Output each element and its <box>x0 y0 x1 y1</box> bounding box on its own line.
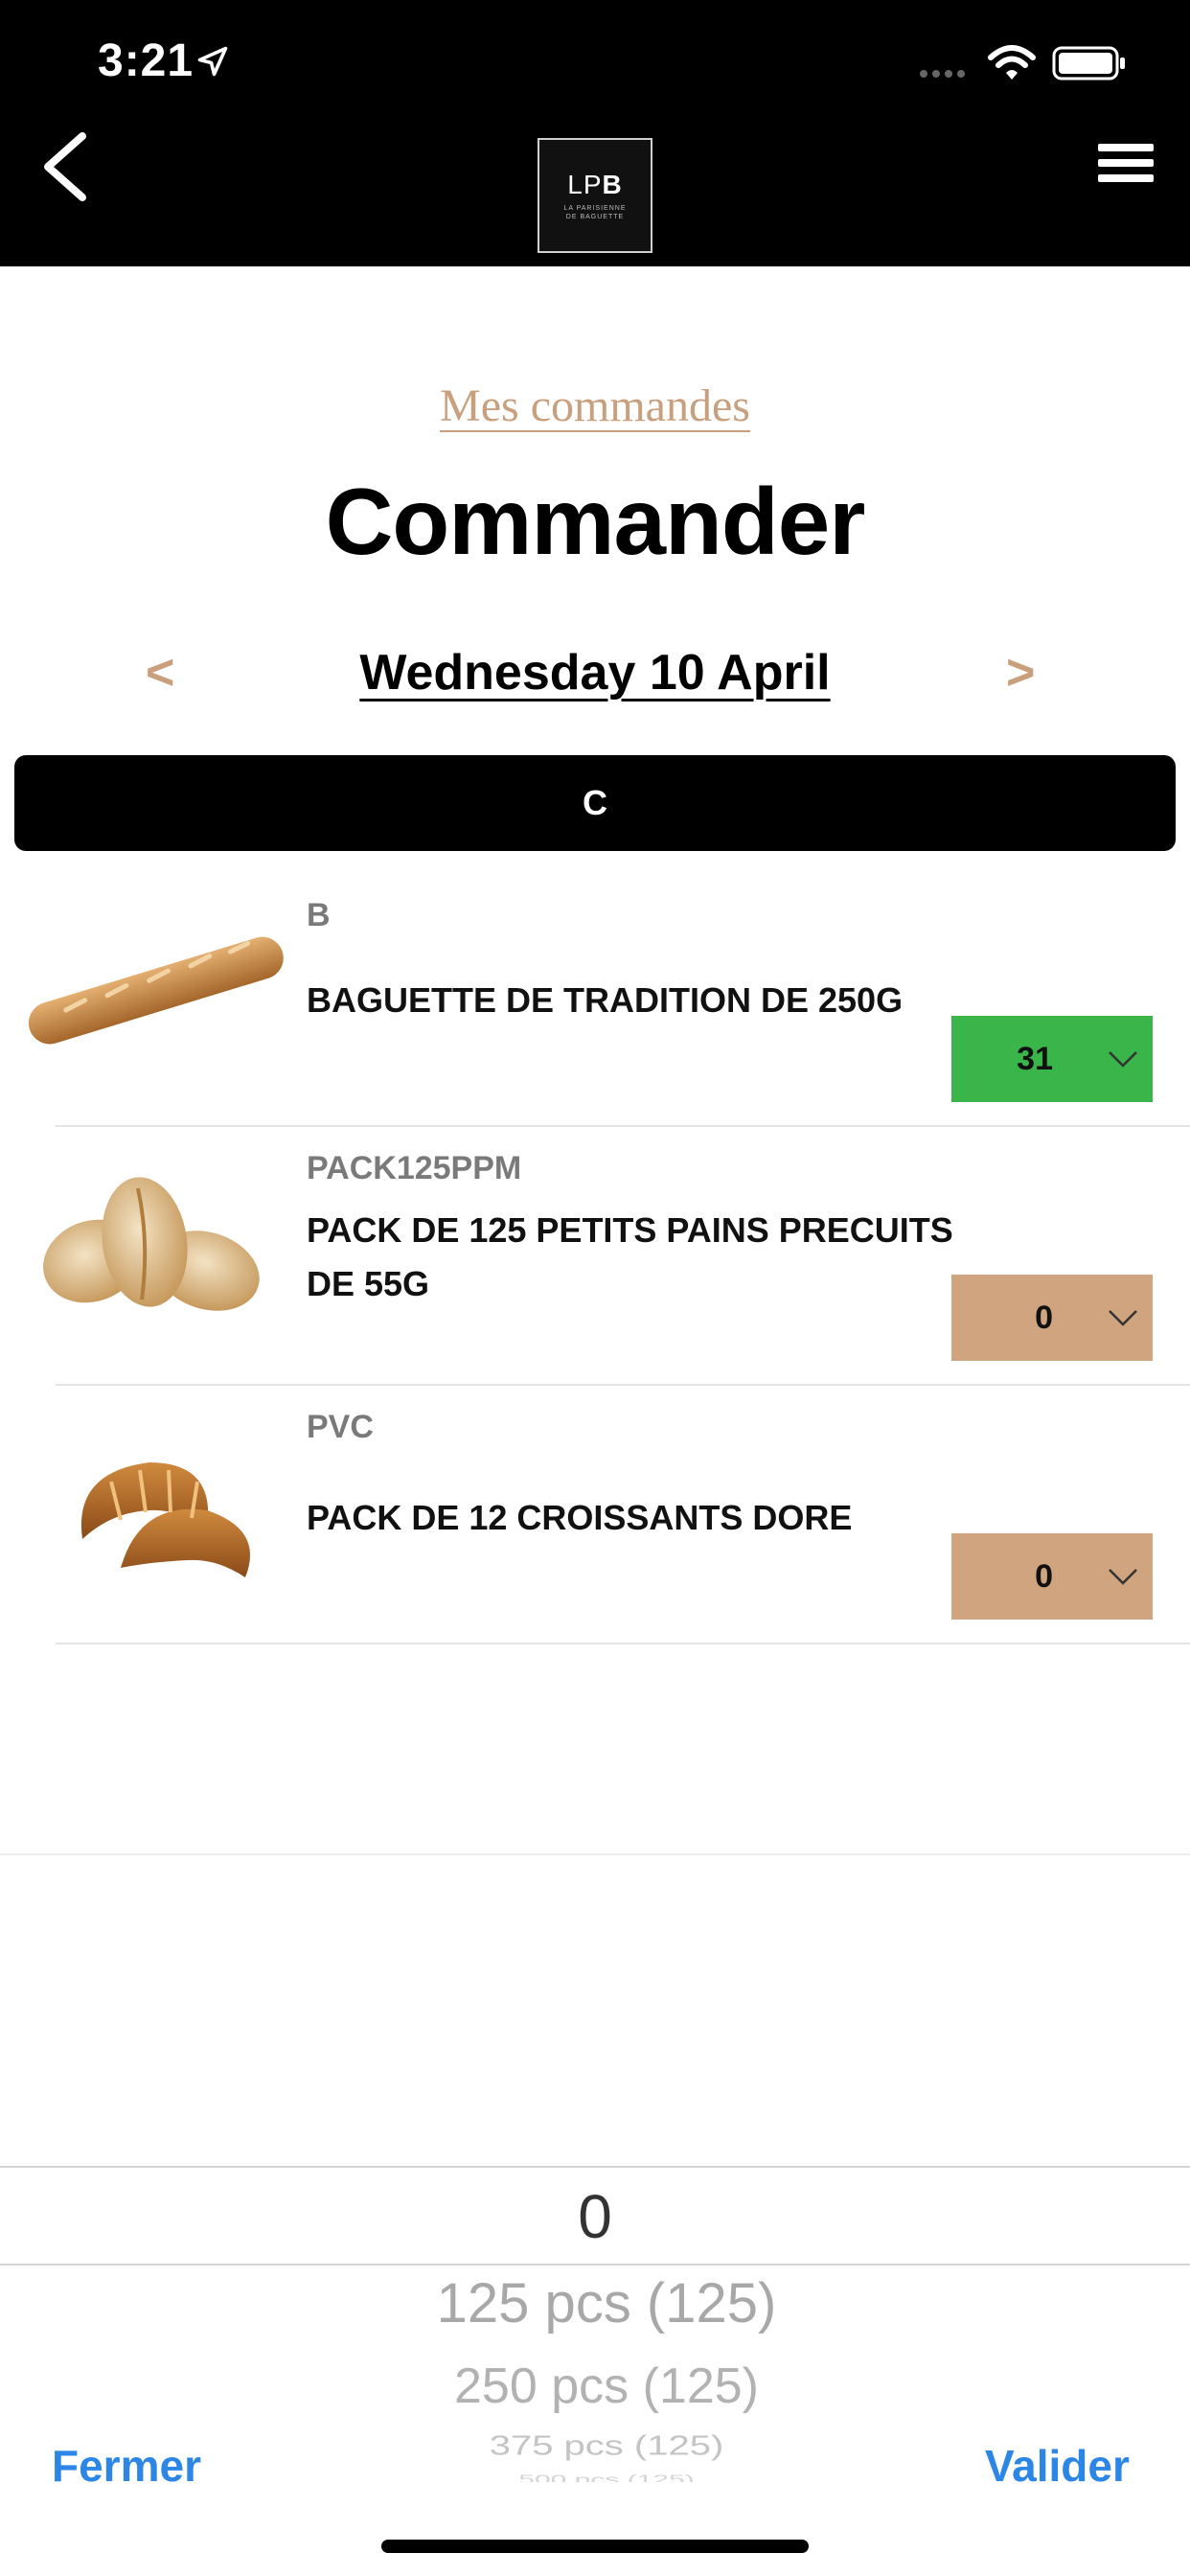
page-title: Commander <box>325 469 866 574</box>
product-name: BAGUETTE DE TRADITION DE 250G <box>307 980 904 1020</box>
close-button[interactable]: Fermer <box>52 2440 201 2492</box>
chevron-down-icon <box>1109 1569 1137 1585</box>
quantity-dropdown[interactable]: 0 <box>951 1275 1153 1361</box>
logo-subtext: LA PARISIENNE DE BAGUETTE <box>563 205 627 220</box>
quantity-value: 0 <box>1035 1557 1053 1595</box>
croissants-image <box>80 1462 250 1577</box>
picker-option[interactable]: 125 pcs (125) <box>0 2271 1190 2335</box>
confirm-button[interactable]: Valider <box>985 2440 1130 2492</box>
quantity-value: 31 <box>1017 1040 1053 1077</box>
quantity-value: 0 <box>1035 1299 1053 1336</box>
picker-option[interactable]: 250 pcs (125) <box>0 2358 1190 2415</box>
product-name: PACK DE 125 PETITS PAINS PRECUITS DE 55G <box>307 1210 953 1303</box>
my-orders-link[interactable]: Mes commandes <box>0 380 1190 432</box>
hamburger-menu-icon[interactable] <box>1098 144 1154 188</box>
app-header: 3:21 LPB LA PARISIENNE DE BAGUETTE <box>0 0 1190 266</box>
product-name: PACK DE 12 CROISSANTS DORE <box>307 1498 853 1537</box>
quantity-dropdown[interactable]: 31 <box>951 1016 1153 1102</box>
home-indicator[interactable] <box>381 2540 809 2553</box>
date-navigation: < Wednesday 10 April > <box>0 644 1190 721</box>
chevron-down-icon <box>1109 1310 1137 1326</box>
product-row: PACK125PPM PACK DE 125 PETITS PAINS PREC… <box>0 1127 1190 1386</box>
status-time: 3:21 <box>98 35 195 86</box>
next-day-button[interactable]: > <box>1006 644 1035 702</box>
picker-selected-value[interactable]: 0 <box>0 2181 1190 2252</box>
logo-text: LPB <box>567 170 623 199</box>
product-code: B <box>307 897 331 933</box>
product-row: PVC PACK DE 12 CROISSANTS DORE 0 <box>0 1386 1190 1644</box>
location-arrow-icon <box>197 46 228 77</box>
chevron-down-icon <box>1109 1051 1137 1068</box>
row-divider <box>56 1643 1190 1644</box>
category-header[interactable]: C <box>14 755 1176 851</box>
small-breads-image <box>43 1177 260 1311</box>
wifi-icon <box>988 45 1036 80</box>
baguette-image <box>28 936 284 1045</box>
product-code: PACK125PPM <box>307 1150 522 1186</box>
product-row: B BAGUETTE DE TRADITION DE 250G 31 <box>0 868 1190 1127</box>
back-chevron-icon[interactable] <box>36 130 94 203</box>
battery-icon <box>1052 46 1125 80</box>
product-code: PVC <box>307 1409 374 1445</box>
brand-logo[interactable]: LPB LA PARISIENNE DE BAGUETTE <box>538 138 652 253</box>
quantity-dropdown[interactable]: 0 <box>951 1533 1153 1620</box>
cellular-signal-icon <box>920 70 965 78</box>
